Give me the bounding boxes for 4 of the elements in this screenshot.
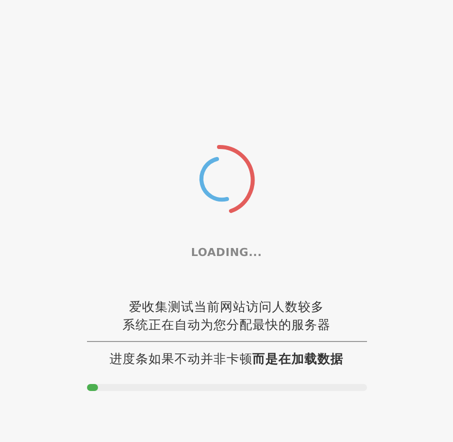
notice-text: 爱收集测试当前网站访问人数较多 [129, 298, 324, 316]
hint-text: 进度条如果不动并非卡顿而是在加载数据 [110, 350, 344, 368]
notice-text: 系统正在自动为您分配最快的服务器 [122, 316, 330, 334]
loading-label: LOADING... [191, 245, 262, 261]
